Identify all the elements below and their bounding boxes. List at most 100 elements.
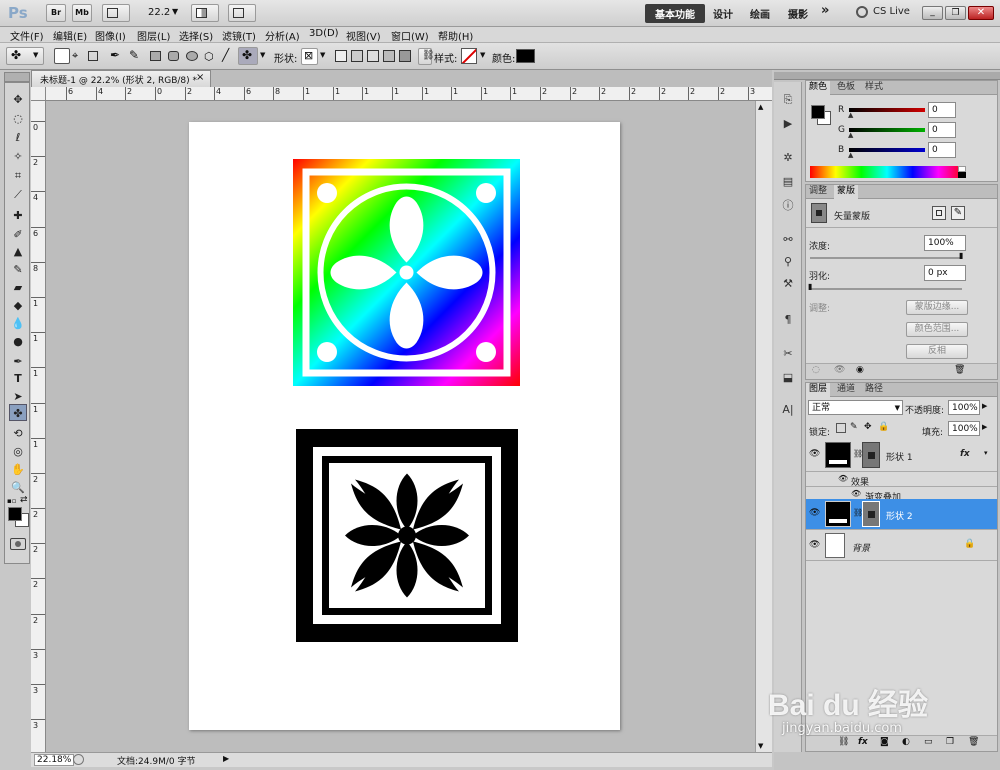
swap-colors-icon[interactable]: ⇄ — [20, 495, 28, 505]
bridge-button[interactable]: Br — [46, 4, 66, 22]
info-panel-icon[interactable]: ⓘ — [779, 198, 797, 214]
freeform-pen-icon[interactable]: ✎ — [129, 48, 139, 62]
scroll-down-icon[interactable]: ▼ — [758, 742, 763, 750]
invert-button[interactable]: 反相 — [906, 344, 968, 359]
screen-mode-button[interactable] — [228, 4, 256, 22]
feather-input[interactable]: 0 px — [924, 265, 966, 281]
menu-select[interactable]: 选择(S) — [179, 28, 213, 43]
path-selection-tool-icon[interactable]: ➤ — [9, 388, 27, 405]
menu-analysis[interactable]: 分析(A) — [265, 28, 300, 43]
3d-rotate-tool-icon[interactable]: ⟲ — [9, 425, 27, 442]
more-workspaces-icon[interactable]: » — [821, 3, 829, 18]
tab-masks[interactable]: 蒙版 — [834, 185, 859, 199]
tool-preset-picker[interactable]: ✤ ▼ — [6, 47, 44, 65]
intersect-shape-icon[interactable] — [383, 50, 395, 62]
lock-all-icon[interactable]: 🔒 — [878, 422, 889, 432]
tab-paths[interactable]: 路径 — [862, 383, 886, 397]
line-tool-icon[interactable]: ╱ — [222, 48, 229, 62]
subtract-shape-icon[interactable] — [367, 50, 379, 62]
feather-slider[interactable] — [810, 288, 962, 290]
move-tool-icon[interactable]: ✥ — [9, 91, 27, 108]
history-panel-icon[interactable]: ⎘ — [779, 92, 797, 108]
mask-visibility-icon[interactable]: ◉ — [856, 365, 864, 375]
menu-file[interactable]: 文件(F) — [10, 28, 44, 43]
lock-transparency-icon[interactable] — [836, 423, 846, 433]
add-mask-icon[interactable]: ◙ — [880, 737, 889, 747]
vector-mask-thumbnail[interactable] — [862, 501, 880, 527]
quick-selection-tool-icon[interactable]: ✧ — [9, 148, 27, 165]
menu-filter[interactable]: 滤镜(T) — [222, 28, 256, 43]
opacity-arrow-icon[interactable]: ▶ — [982, 402, 987, 410]
horizontal-ruler[interactable]: 6 4 2 0 2 4 6 8 1 1 1 1 1 1 1 1 2 2 2 2 2 2 2 3 — [46, 87, 772, 101]
channel-b-slider[interactable] — [849, 148, 925, 152]
density-slider-thumb-icon[interactable]: ▮ — [959, 251, 963, 260]
marquee-tool-icon[interactable]: ◌ — [9, 110, 27, 127]
tool-presets-icon[interactable]: ⚒ — [779, 276, 797, 292]
rounded-rectangle-tool-icon[interactable] — [168, 51, 179, 61]
density-slider[interactable] — [810, 257, 962, 259]
zoom-tool-icon[interactable]: 🔍 — [9, 479, 27, 496]
character-panel-icon[interactable]: A| — [779, 402, 797, 418]
vector-mask-button[interactable]: ✎ — [951, 206, 965, 220]
channel-g-slider[interactable] — [849, 128, 925, 132]
paths-mode-icon[interactable]: ⌖ — [72, 49, 78, 63]
toolbox-header[interactable] — [4, 72, 30, 82]
view-extras-button[interactable] — [102, 4, 130, 22]
color-spectrum-bar[interactable] — [810, 166, 964, 178]
apply-mask-icon[interactable]: 👁 — [834, 365, 845, 375]
canvas[interactable] — [189, 122, 620, 730]
lock-position-icon[interactable]: ✥ — [864, 422, 872, 432]
layer-row-background[interactable]: 👁 背景 🔒 — [806, 531, 997, 561]
crop-tool-icon[interactable]: ⌗ — [9, 167, 27, 184]
shape-color-swatch[interactable] — [516, 49, 535, 63]
channel-r-input[interactable]: 0 — [928, 102, 956, 118]
close-icon[interactable]: × — [196, 72, 204, 83]
actions-panel-icon[interactable]: ▶ — [779, 116, 797, 132]
mask-edge-button[interactable]: 蒙版边缘... — [906, 300, 968, 315]
workspace-photography[interactable]: 摄影 — [788, 6, 808, 21]
delete-layer-icon[interactable]: 🗑 — [968, 737, 979, 747]
adjustment-layer-icon[interactable]: ◐ — [902, 737, 910, 747]
menu-window[interactable]: 窗口(W) — [391, 28, 429, 43]
layer-effects-row[interactable]: 👁 效果 — [806, 473, 997, 488]
new-layer-icon[interactable]: ❐ — [946, 737, 954, 747]
style-dropdown-icon[interactable]: ▼ — [480, 51, 485, 59]
status-menu-arrow-icon[interactable]: ▶ — [223, 754, 229, 763]
document-tab[interactable]: 未标题-1 @ 22.2% (形状 2, RGB/8) * × — [31, 70, 211, 87]
visibility-eye-icon[interactable]: 👁 — [809, 449, 820, 459]
tab-adjustments[interactable]: 调整 — [806, 185, 830, 199]
menu-help[interactable]: 帮助(H) — [438, 28, 473, 43]
menu-layer[interactable]: 图层(L) — [137, 28, 170, 43]
link-layers-icon[interactable]: ⛓ — [838, 737, 849, 747]
dodge-tool-icon[interactable]: ● — [9, 333, 27, 350]
add-to-shape-icon[interactable] — [351, 50, 363, 62]
status-zoom-field[interactable]: 22.18% — [34, 754, 75, 766]
density-input[interactable]: 100% — [924, 235, 966, 251]
layer-row-shape-1[interactable]: 👁 ⛓ 形状 1 fx ▾ — [806, 439, 997, 472]
menu-3d[interactable]: 3D(D) — [309, 28, 339, 39]
foreground-color-preview[interactable] — [811, 105, 825, 119]
new-group-icon[interactable]: ▭ — [924, 737, 933, 747]
shape-picker-dropdown-icon[interactable]: ▼ — [320, 51, 325, 59]
vertical-ruler[interactable]: 0 2 4 6 8 1 1 1 1 1 2 2 2 2 2 3 3 3 — [31, 101, 46, 752]
rectangle-tool-icon[interactable] — [150, 51, 161, 61]
visibility-eye-icon[interactable]: 👁 — [809, 540, 820, 550]
type-tool-icon[interactable]: T — [9, 370, 27, 387]
pen-tool-icon[interactable]: ✒ — [110, 48, 120, 62]
layer-row-shape-2[interactable]: 👁 ⛓ 形状 2 — [806, 499, 997, 530]
ruler-origin[interactable] — [31, 87, 46, 101]
vector-mask-thumbnail[interactable] — [862, 442, 880, 468]
mini-bridge-button[interactable]: Mb — [72, 4, 92, 22]
fill-pixels-mode-icon[interactable] — [88, 51, 98, 61]
delete-mask-icon[interactable]: 🗑 — [954, 365, 965, 375]
opacity-input[interactable]: 100% — [948, 400, 980, 415]
load-selection-icon[interactable]: ◌ — [812, 365, 820, 375]
color-range-button[interactable]: 颜色范围... — [906, 322, 968, 337]
effects-eye-icon[interactable]: 👁 — [838, 474, 848, 483]
expand-effects-icon[interactable]: ▾ — [984, 449, 988, 457]
spectrum-black-swatch[interactable] — [958, 172, 966, 178]
channel-b-input[interactable]: 0 — [928, 142, 956, 158]
channel-r-slider[interactable] — [849, 108, 925, 112]
menu-image[interactable]: 图像(I) — [95, 28, 126, 43]
default-colors-icon[interactable]: ▪▫ — [7, 497, 17, 505]
